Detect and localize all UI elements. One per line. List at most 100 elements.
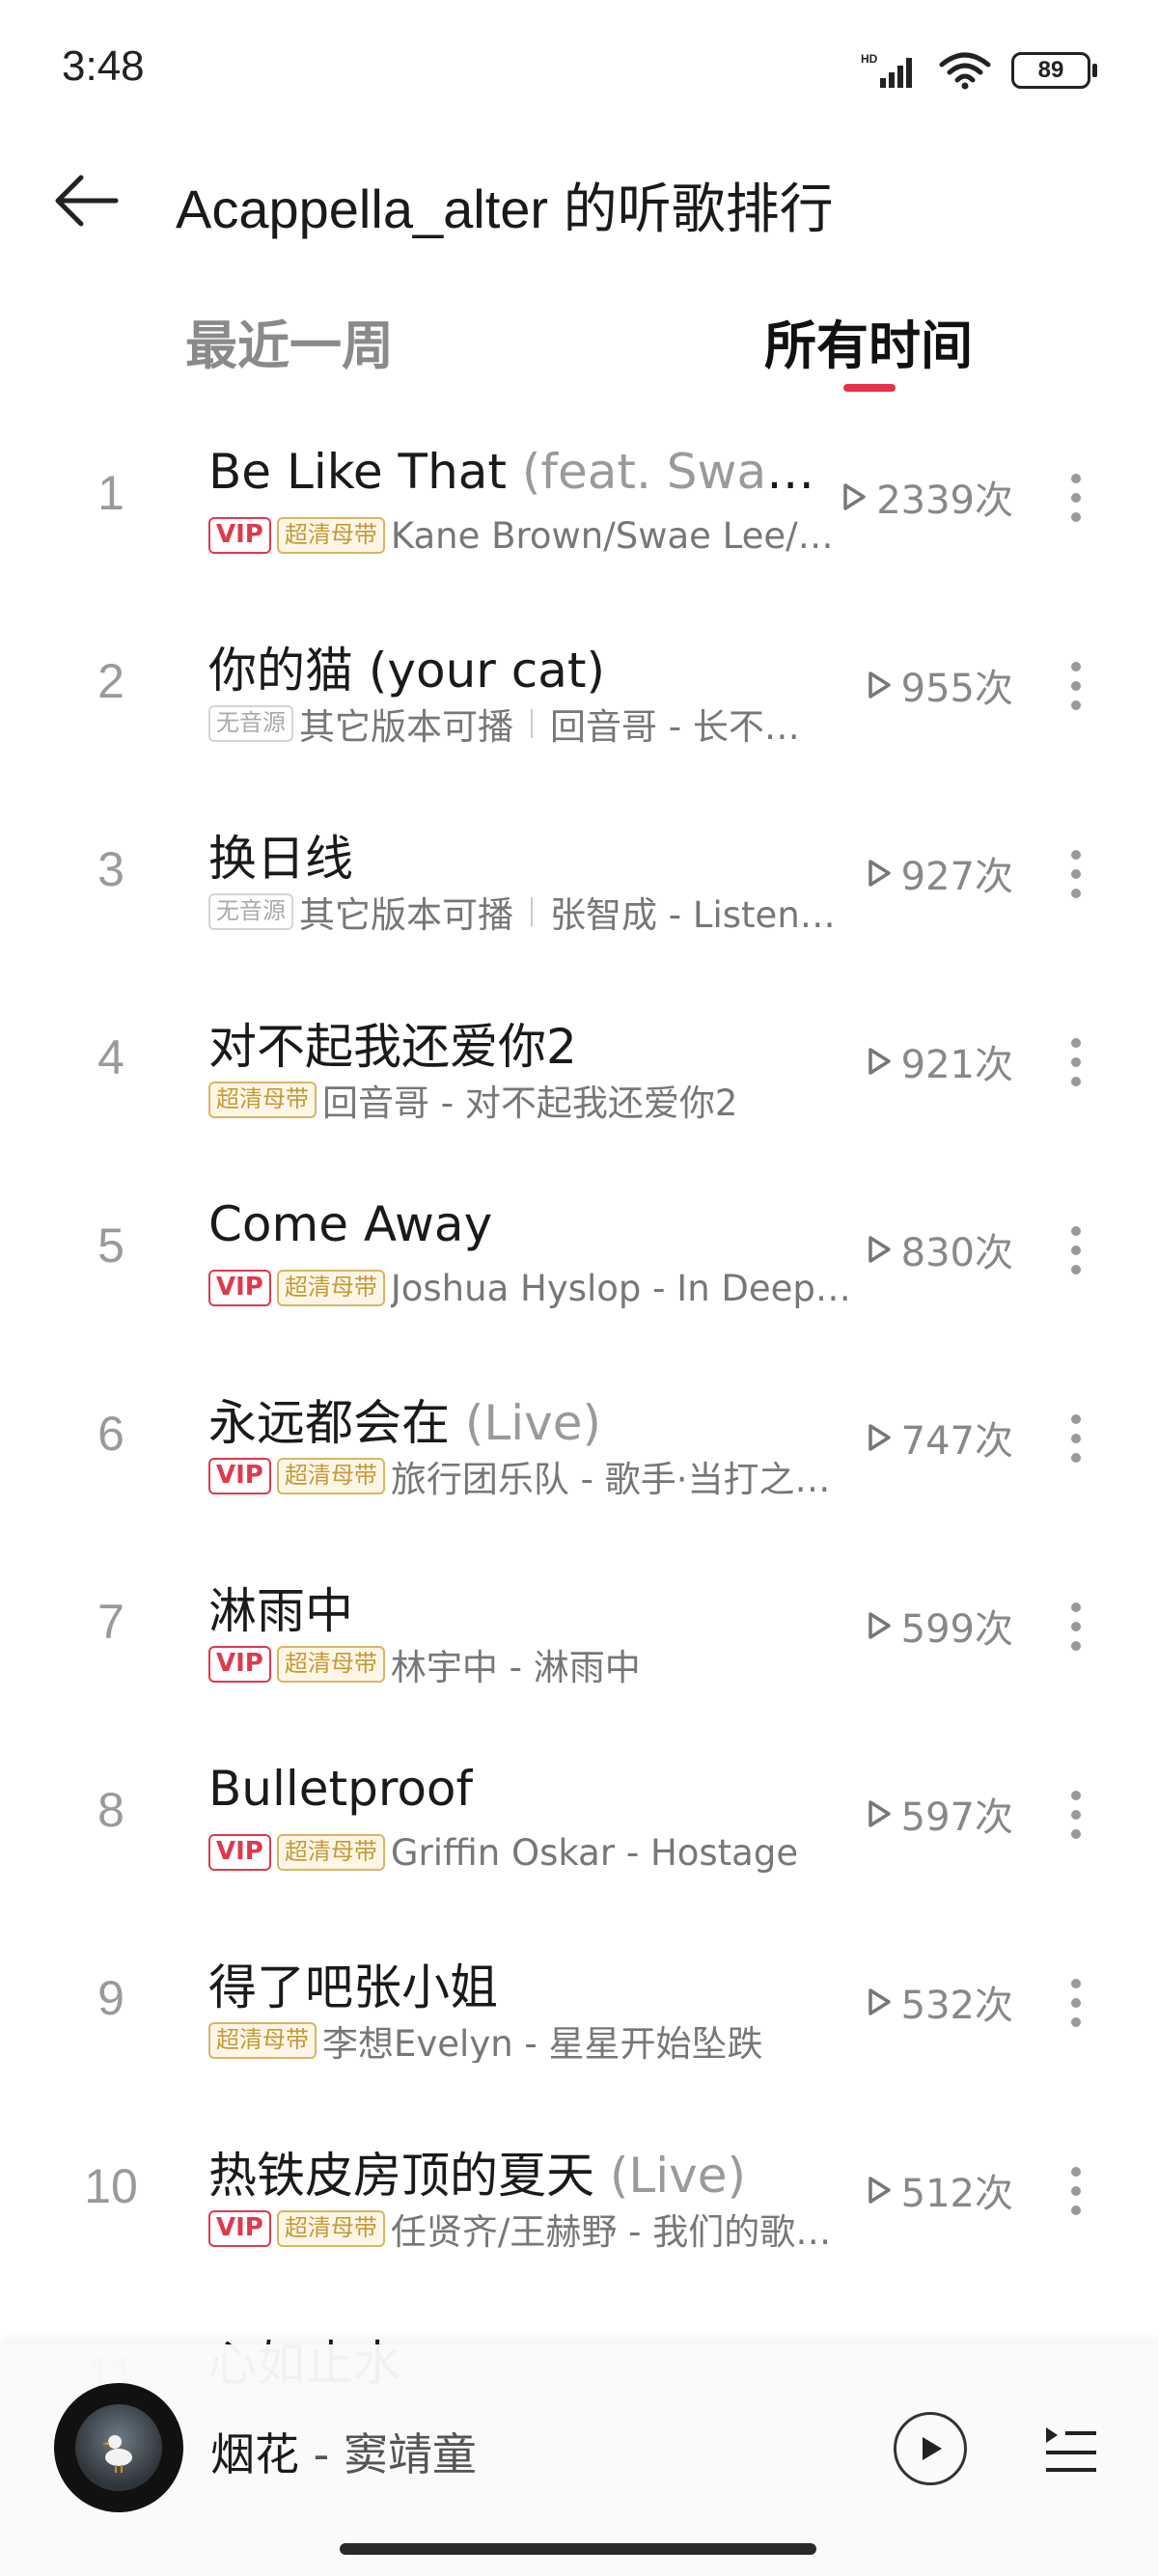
more-options-button[interactable]: [1052, 2162, 1100, 2220]
song-artist-album: Joshua Hyslop - In Deep…: [390, 1267, 851, 1309]
play-count-text: 532次: [900, 1984, 1013, 2028]
more-options-button[interactable]: [1052, 1033, 1100, 1091]
now-playing-text[interactable]: 烟花 - 窦靖童: [210, 2420, 477, 2483]
play-icon: [868, 860, 891, 887]
status-time: 3:48: [62, 42, 145, 90]
song-row[interactable]: 9 得了吧张小姐 超清母带 李想Evelyn - 星星开始坠跌 532次: [0, 1930, 1158, 2118]
song-row[interactable]: 7 淋雨中 VIP 超清母带 林宇中 - 淋雨中 599次: [0, 1553, 1158, 1741]
play-count: 830次: [867, 1225, 1013, 1275]
play-count-text: 2339次: [876, 479, 1013, 523]
vip-badge: VIP: [208, 1270, 271, 1306]
song-row[interactable]: 10 热铁皮房顶的夏天 (Live) VIP 超清母带 任贤齐/王赫野 - 我们的歌… …: [0, 2118, 1158, 2306]
hq-master-badge: 超清母带: [276, 2210, 385, 2247]
song-row[interactable]: 5 Come Away VIP 超清母带 Joshua Hyslop - In Deep…: [0, 1177, 1158, 1365]
song-title-text: 永远都会在: [208, 1395, 450, 1451]
song-title-text: 你的猫 (your cat): [208, 643, 605, 699]
song-title-suffix: (feat. Swae L…: [521, 444, 826, 500]
song-rank: 4: [97, 1030, 124, 1084]
song-subtitle: VIP 超清母带 Joshua Hyslop - In Deep…: [208, 1266, 865, 1310]
play-count-text: 597次: [900, 1795, 1013, 1840]
separator: [531, 897, 533, 926]
alt-version-note: 其它版本可播: [299, 894, 513, 934]
song-subtitle: VIP 超清母带 Griffin Oskar - Hostage: [208, 1830, 865, 1875]
album-disc[interactable]: [54, 2383, 183, 2512]
song-title-suffix: (Live): [594, 2148, 747, 2204]
more-options-button[interactable]: [1052, 657, 1100, 715]
play-count: 2339次: [841, 473, 1013, 523]
song-artist-album: 张智成 - Listen…: [550, 894, 836, 934]
home-indicator[interactable]: [340, 2543, 816, 2555]
play-count-text: 599次: [900, 1607, 1013, 1652]
more-options-button[interactable]: [1052, 1410, 1100, 1467]
song-title: Bulletproof: [208, 1761, 473, 1817]
song-title-text: 得了吧张小姐: [208, 1959, 498, 2015]
song-subtitle: VIP 超清母带 林宇中 - 淋雨中: [208, 1642, 865, 1686]
song-list: 1 Be Like That (feat. Swae L… VIP超清母带Kane …: [0, 425, 1158, 2494]
song-row[interactable]: 8 Bulletproof VIP 超清母带 Griffin Oskar - Hosta…: [0, 1741, 1158, 1930]
battery-indicator: 89: [1011, 52, 1097, 89]
song-title-text: Be Like That: [208, 444, 508, 500]
playlist-button[interactable]: [1042, 2414, 1100, 2481]
hq-master-badge: 超清母带: [276, 517, 385, 554]
more-vertical-icon: [1071, 1226, 1081, 1274]
more-options-button[interactable]: [1052, 469, 1100, 527]
play-pause-button[interactable]: [894, 2412, 967, 2485]
vip-badge: VIP: [208, 2210, 271, 2247]
play-count-text: 512次: [900, 2172, 1013, 2216]
song-title: 换日线: [208, 820, 353, 890]
separator: [531, 709, 533, 738]
play-count-text: 927次: [900, 855, 1013, 899]
song-rank: 1: [97, 466, 124, 520]
song-row[interactable]: 4 对不起我还爱你2 超清母带 回音哥 - 对不起我还爱你2 921次: [0, 989, 1158, 1177]
back-button[interactable]: [48, 162, 125, 239]
song-rank: 6: [97, 1407, 124, 1461]
play-count: 955次: [867, 661, 1013, 711]
play-icon: [868, 1048, 891, 1075]
song-title: 你的猫 (your cat): [208, 632, 605, 701]
page-title: Acappella_alter 的听歌排行: [176, 178, 834, 239]
vip-badge: VIP: [208, 1834, 271, 1871]
song-title-text: 热铁皮房顶的夏天: [208, 2148, 594, 2204]
status-icons: HD 89: [861, 46, 1097, 95]
alt-version-note: 其它版本可播: [299, 706, 513, 746]
play-icon: [868, 1424, 891, 1451]
status-bar: 3:48 HD 89: [0, 0, 1158, 135]
play-count: 597次: [867, 1790, 1013, 1840]
play-count-text: 747次: [900, 1419, 1013, 1464]
more-options-button[interactable]: [1052, 1598, 1100, 1656]
song-row[interactable]: 3 换日线 无音源 其它版本可播 张智成 - Listen… 927次: [0, 801, 1158, 989]
song-subtitle: VIP 超清母带 Kane Brown/Swae Lee/…: [208, 513, 865, 558]
song-title: 淋雨中: [208, 1573, 353, 1642]
now-playing-artist: - 窦靖童: [299, 2428, 477, 2480]
no-source-badge: 无音源: [208, 705, 293, 742]
more-options-button[interactable]: [1052, 1221, 1100, 1279]
album-art: [75, 2404, 162, 2491]
more-vertical-icon: [1071, 1414, 1081, 1463]
song-artist-album: 旅行团乐队 - 歌手·当打之…: [390, 1459, 831, 1498]
play-icon: [868, 2177, 891, 2204]
play-count: 927次: [867, 849, 1013, 899]
song-row[interactable]: 2 你的猫 (your cat) 无音源 其它版本可播 回音哥 - 长不… 955次: [0, 613, 1158, 801]
mini-player[interactable]: 烟花 - 窦靖童: [0, 2344, 1158, 2576]
tab-recent-week[interactable]: 最近一周: [185, 303, 394, 379]
song-title: Come Away: [208, 1196, 492, 1252]
network-label: HD: [861, 52, 878, 66]
more-vertical-icon: [1071, 1791, 1081, 1839]
play-count: 532次: [867, 1978, 1013, 2028]
hq-master-badge: 超清母带: [276, 1270, 385, 1306]
play-icon: [868, 1236, 891, 1263]
song-title: 对不起我还爱你2: [208, 1008, 577, 1078]
song-rank: 10: [84, 2159, 138, 2213]
song-subtitle: 无音源 其它版本可播 张智成 - Listen…: [208, 890, 865, 934]
more-vertical-icon: [1071, 1979, 1081, 2027]
more-options-button[interactable]: [1052, 1786, 1100, 1844]
tab-all-time[interactable]: 所有时间: [764, 303, 973, 379]
play-count-text: 830次: [900, 1231, 1013, 1275]
more-options-button[interactable]: [1052, 845, 1100, 903]
song-title-text: 对不起我还爱你2: [208, 1019, 577, 1075]
play-icon: [868, 1988, 891, 2015]
more-options-button[interactable]: [1052, 1974, 1100, 2032]
song-title-text: Come Away: [208, 1196, 493, 1252]
song-row[interactable]: 1 Be Like That (feat. Swae L… VIP超清母带Kane …: [0, 425, 1158, 613]
song-row[interactable]: 6 永远都会在 (Live) VIP 超清母带 旅行团乐队 - 歌手·当打之… 747次: [0, 1365, 1158, 1553]
